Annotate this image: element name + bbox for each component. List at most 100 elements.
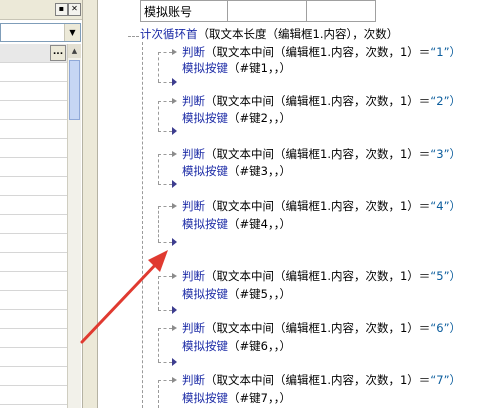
- judge-string: “1”）: [430, 45, 462, 59]
- property-row[interactable]: [0, 139, 67, 158]
- property-row[interactable]: [0, 196, 67, 215]
- flow-arrow-icon: [172, 151, 177, 157]
- property-row[interactable]: [0, 234, 67, 253]
- judge-keyword: 判断: [182, 147, 205, 161]
- variable-name-cell[interactable]: 模拟账号: [140, 0, 228, 22]
- object-selector-dropdown[interactable]: ▼: [0, 23, 81, 42]
- judge-statement[interactable]: 判断（取文本中间（编辑框1.内容，次数，1）＝“4”）: [182, 198, 461, 214]
- scrollbar-thumb[interactable]: [69, 60, 80, 120]
- judge-statement[interactable]: 判断（取文本中间（编辑框1.内容，次数，1）＝“5”）: [182, 268, 461, 284]
- property-row[interactable]: [0, 291, 67, 310]
- loop-args: （取文本长度（编辑框1.内容），次数）: [197, 27, 399, 41]
- key-args: （#键6，，）: [228, 339, 291, 353]
- flow-connector: [158, 206, 172, 207]
- judge-condition: （取文本中间（编辑框1.内容，次数，1）＝: [205, 373, 431, 387]
- flow-connector: [158, 328, 172, 329]
- property-row[interactable]: [0, 386, 67, 405]
- flow-arrow-icon: [172, 98, 177, 104]
- pin-button[interactable]: ▪: [55, 3, 68, 16]
- judge-condition: （取文本中间（编辑框1.内容，次数，1）＝: [205, 94, 431, 108]
- chevron-down-icon[interactable]: ▼: [64, 24, 80, 41]
- flow-arrow-icon: [172, 49, 177, 55]
- branch-guide-line: [158, 328, 159, 362]
- key-statement[interactable]: 模拟按键（#键1，，）: [182, 60, 291, 76]
- flow-arrow-icon: [172, 203, 177, 209]
- fold-arrow-icon[interactable]: [172, 78, 177, 86]
- property-row[interactable]: [0, 120, 67, 139]
- flow-connector: [158, 276, 172, 277]
- judge-keyword: 判断: [182, 94, 205, 108]
- ellipsis-button[interactable]: ...: [50, 45, 66, 61]
- property-row[interactable]: [0, 101, 67, 120]
- property-row[interactable]: [0, 329, 67, 348]
- fold-arrow-icon[interactable]: [172, 306, 177, 314]
- judge-string: “3”）: [430, 147, 462, 161]
- flow-connector: [158, 242, 172, 243]
- branch-guide-line: [158, 276, 159, 310]
- key-statement[interactable]: 模拟按键（#键4，，）: [182, 216, 291, 232]
- loop-keyword: 计次循环首: [140, 27, 198, 41]
- judge-condition: （取文本中间（编辑框1.内容，次数，1）＝: [205, 321, 431, 335]
- judge-string: “2”）: [430, 94, 462, 108]
- loop-guide-line: [142, 42, 143, 408]
- judge-keyword: 判断: [182, 373, 205, 387]
- property-row[interactable]: [0, 253, 67, 272]
- judge-statement[interactable]: 判断（取文本中间（编辑框1.内容，次数，1）＝“2”）: [182, 93, 461, 109]
- branch-guide-line: [158, 206, 159, 242]
- flow-connector: [158, 310, 172, 311]
- property-row[interactable]: [0, 272, 67, 291]
- fold-arrow-icon[interactable]: [172, 358, 177, 366]
- vertical-scrollbar[interactable]: ▲: [67, 44, 81, 408]
- flow-arrow-icon: [172, 273, 177, 279]
- key-args: （#键4，，）: [228, 217, 291, 231]
- fold-arrow-icon[interactable]: [172, 127, 177, 135]
- code-editor[interactable]: 模拟账号 计次循环首（取文本长度（编辑框1.内容），次数） 判断（取文本中间（编…: [98, 0, 500, 408]
- key-statement[interactable]: 模拟按键（#键6，，）: [182, 338, 291, 354]
- close-button[interactable]: ✕: [68, 3, 81, 16]
- key-statement[interactable]: 模拟按键（#键3，，）: [182, 163, 291, 179]
- branch-guide-line: [158, 101, 159, 131]
- judge-condition: （取文本中间（编辑框1.内容，次数，1）＝: [205, 199, 431, 213]
- key-args: （#键3，，）: [228, 164, 291, 178]
- judge-condition: （取文本中间（编辑框1.内容，次数，1）＝: [205, 147, 431, 161]
- key-statement[interactable]: 模拟按键（#键7，，）: [182, 390, 291, 406]
- judge-statement[interactable]: 判断（取文本中间（编辑框1.内容，次数，1）＝“3”）: [182, 146, 461, 162]
- judge-keyword: 判断: [182, 199, 205, 213]
- property-row[interactable]: [0, 158, 67, 177]
- judge-condition: （取文本中间（编辑框1.内容，次数，1）＝: [205, 269, 431, 283]
- property-row[interactable]: ...: [0, 44, 67, 63]
- loop-statement[interactable]: 计次循环首（取文本长度（编辑框1.内容），次数）: [140, 26, 398, 42]
- property-row[interactable]: [0, 215, 67, 234]
- property-row[interactable]: [0, 63, 67, 82]
- flow-connector: [158, 131, 172, 132]
- key-args: （#键7，，）: [228, 391, 291, 405]
- property-row[interactable]: [0, 177, 67, 196]
- key-args: （#键5，，）: [228, 287, 291, 301]
- judge-string: “4”）: [430, 199, 462, 213]
- property-panel: ▪ ✕ ▼ ... ▲: [0, 0, 82, 408]
- variable-cell[interactable]: [306, 0, 376, 22]
- flow-arrow-icon: [172, 377, 177, 383]
- flow-arrow-icon: [172, 325, 177, 331]
- key-keyword: 模拟按键: [182, 164, 228, 178]
- flow-connector: [158, 82, 172, 83]
- flow-connector: [158, 101, 172, 102]
- judge-statement[interactable]: 判断（取文本中间（编辑框1.内容，次数，1）＝“1”）: [182, 44, 461, 60]
- property-row[interactable]: [0, 348, 67, 367]
- property-row[interactable]: [0, 367, 67, 386]
- scroll-up-icon[interactable]: ▲: [68, 44, 81, 58]
- panel-splitter[interactable]: [82, 0, 98, 408]
- key-keyword: 模拟按键: [182, 339, 228, 353]
- fold-arrow-icon[interactable]: [172, 238, 177, 246]
- variable-table: 模拟账号: [140, 0, 376, 22]
- key-args: （#键1，，）: [228, 61, 291, 75]
- judge-statement[interactable]: 判断（取文本中间（编辑框1.内容，次数，1）＝“7”）: [182, 372, 461, 388]
- variable-cell[interactable]: [227, 0, 307, 22]
- key-statement[interactable]: 模拟按键（#键2，，）: [182, 110, 291, 126]
- flow-connector: [128, 36, 139, 37]
- key-statement[interactable]: 模拟按键（#键5，，）: [182, 286, 291, 302]
- property-row[interactable]: [0, 82, 67, 101]
- fold-arrow-icon[interactable]: [172, 180, 177, 188]
- property-row[interactable]: [0, 310, 67, 329]
- judge-statement[interactable]: 判断（取文本中间（编辑框1.内容，次数，1）＝“6”）: [182, 320, 461, 336]
